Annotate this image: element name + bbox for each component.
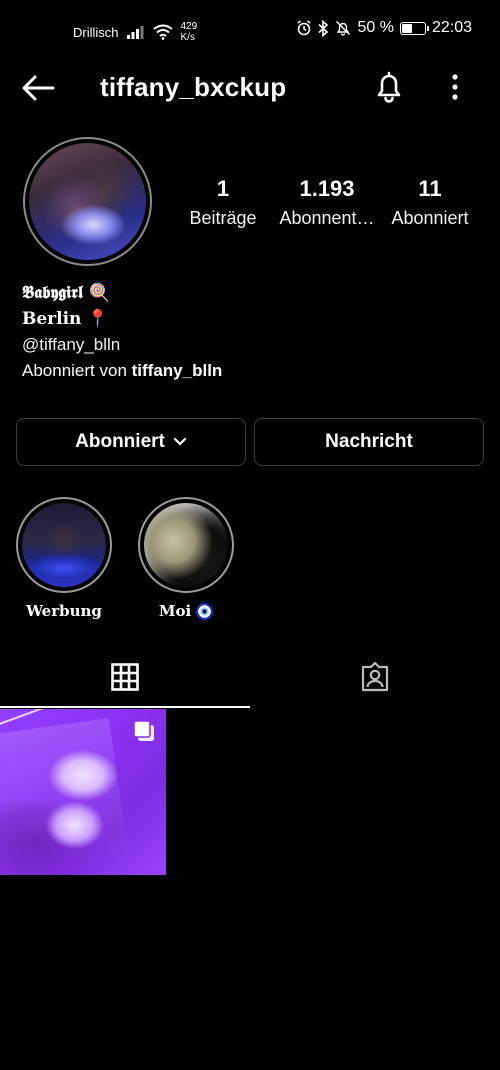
- more-vertical-icon: [452, 74, 458, 100]
- nazar-amulet-icon: [196, 602, 214, 620]
- chevron-down-icon: [173, 437, 186, 446]
- followed-by-prefix: Abonniert von: [22, 361, 127, 380]
- highlight-werbung[interactable]: Werbung: [16, 497, 112, 620]
- status-right: 50 % 22:03: [296, 19, 472, 37]
- back-button[interactable]: [20, 72, 56, 104]
- tab-posts-grid[interactable]: [0, 648, 250, 706]
- posts-count: 1: [216, 176, 230, 201]
- back-arrow-icon: [22, 75, 55, 101]
- notifications-button[interactable]: [370, 68, 408, 106]
- clock: 22:03: [431, 19, 472, 36]
- network-speed: 429 K/s: [180, 21, 198, 43]
- tagged-person-icon: [361, 661, 389, 692]
- posts-label: Beiträge: [189, 208, 257, 228]
- followers-count: 1.193: [299, 176, 355, 201]
- battery-icon: [399, 21, 429, 35]
- bio-mention-link[interactable]: @tiffany_blln: [22, 332, 482, 358]
- bio-line-1: 𝕭𝖆𝖇𝖞𝖌𝖎𝖗𝖑 🍭: [22, 283, 110, 303]
- message-button[interactable]: Nachricht: [254, 418, 484, 466]
- bell-icon: [377, 71, 401, 103]
- following-button[interactable]: Abonniert: [16, 418, 246, 466]
- stat-following[interactable]: 11 Abonniert: [384, 176, 476, 229]
- stat-posts[interactable]: 1 Beiträge: [178, 176, 268, 229]
- profile-avatar[interactable]: [23, 137, 152, 266]
- following-count: 11: [418, 176, 442, 201]
- profile-username: tiffany_bxckup: [100, 72, 287, 102]
- status-bar: Drillisch 429 K/s 50 % 22:03: [0, 0, 500, 58]
- highlight-label: Moi: [138, 602, 234, 620]
- signal-icon: [126, 26, 143, 39]
- post-thumbnail[interactable]: [0, 709, 166, 875]
- more-options-button[interactable]: [444, 70, 466, 104]
- followers-label: Abonnent…: [279, 208, 375, 228]
- alarm-icon: [298, 20, 311, 36]
- status-left: Drillisch 429 K/s: [73, 21, 197, 43]
- tab-tagged[interactable]: [250, 648, 500, 706]
- highlight-moi[interactable]: Moi: [138, 497, 234, 620]
- profile-bio: 𝕭𝖆𝖇𝖞𝖌𝖎𝖗𝖑 🍭 𝐁𝐞𝐫𝐥𝐢𝐧 📍 @tiffany_blln Abonni…: [22, 280, 482, 384]
- followed-by-user: tiffany_blln: [131, 361, 223, 380]
- bio-line-2: 𝐁𝐞𝐫𝐥𝐢𝐧 📍: [22, 309, 109, 329]
- profile-header: tiffany_bxckup: [0, 62, 500, 114]
- multiple-posts-icon: [133, 720, 154, 741]
- highlight-cover: [22, 503, 106, 587]
- active-tab-indicator: [0, 706, 250, 708]
- mute-bell-icon: [336, 20, 351, 36]
- followed-by[interactable]: Abonniert von tiffany_blln: [22, 358, 482, 384]
- highlight-label: Werbung: [26, 602, 102, 620]
- highlight-cover: [144, 503, 228, 587]
- highlight-ring: [138, 497, 234, 593]
- battery-percent: 50 %: [357, 19, 394, 36]
- profile-tabs: [0, 648, 500, 708]
- bluetooth-icon: [318, 19, 329, 37]
- following-label: Abonniert: [391, 208, 469, 228]
- post-image-detail: [0, 717, 130, 875]
- highlight-ring: [16, 497, 112, 593]
- wifi-icon: [152, 24, 173, 40]
- message-button-label: Nachricht: [325, 431, 413, 452]
- following-button-label: Abonniert: [75, 431, 165, 452]
- carrier-name: Drillisch: [73, 24, 119, 40]
- avatar-image: [29, 143, 146, 260]
- grid-icon: [111, 663, 139, 691]
- stat-followers[interactable]: 1.193 Abonnent…: [276, 176, 378, 229]
